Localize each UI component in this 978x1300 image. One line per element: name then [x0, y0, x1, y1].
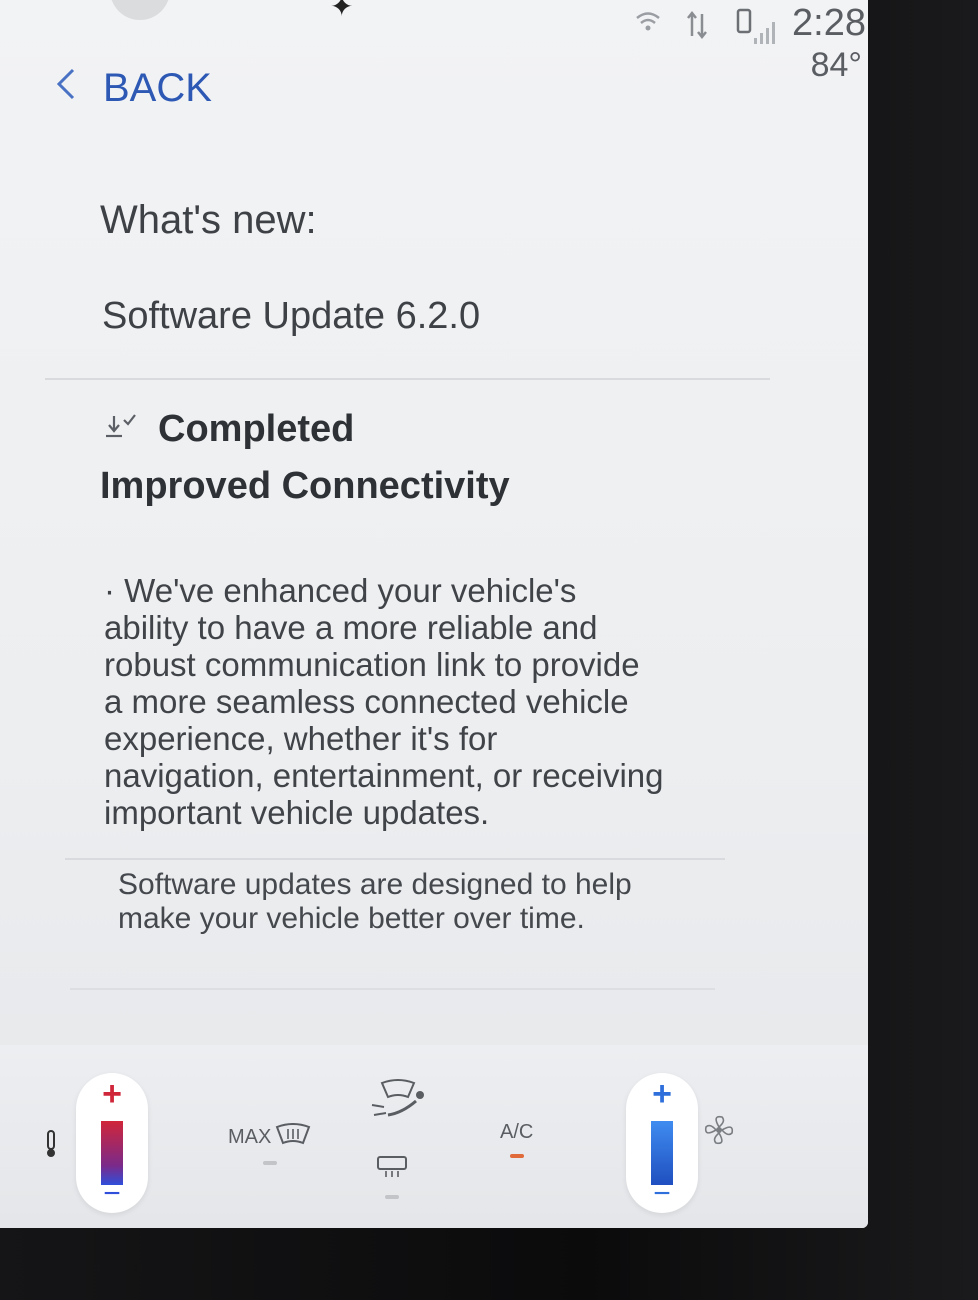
fan-icon[interactable]	[702, 1113, 736, 1155]
passenger-temp-plus[interactable]: +	[626, 1075, 698, 1114]
wifi-icon	[634, 8, 662, 55]
whats-new-heading: What's new:	[100, 198, 317, 242]
ac-indicator	[509, 1154, 524, 1158]
feature-title: Improved Connectivity	[100, 465, 510, 507]
driver-temp-minus[interactable]: −	[76, 1177, 148, 1211]
data-transfer-icon	[684, 8, 714, 55]
status-label: Completed	[158, 408, 355, 450]
back-label: BACK	[103, 66, 212, 110]
driver-temp-slider[interactable]: + −	[76, 1073, 148, 1213]
ac-button[interactable]: A/C	[500, 1121, 533, 1158]
download-complete-icon	[104, 412, 138, 448]
max-defrost-button[interactable]: MAX	[228, 1123, 311, 1165]
passenger-temp-level	[651, 1121, 673, 1185]
rear-defrost-icon	[376, 1156, 408, 1184]
front-defrost-icon	[275, 1123, 311, 1151]
feature-description: · We've enhanced your vehicle's ability …	[104, 572, 664, 831]
defrost-airflow-button[interactable]	[368, 1075, 428, 1133]
max-defrost-indicator	[262, 1161, 277, 1165]
ac-label: A/C	[500, 1121, 534, 1143]
chevron-left-icon	[55, 67, 77, 111]
divider	[65, 858, 725, 860]
thermometer-icon	[44, 1129, 58, 1166]
divider	[45, 378, 770, 380]
max-label: MAX	[228, 1125, 272, 1148]
bullet: ·	[104, 572, 115, 609]
update-note: Software updates are designed to help ma…	[118, 868, 632, 935]
phone-signal-icon	[736, 8, 776, 55]
outside-temperature: 84°	[810, 46, 862, 84]
climate-bar: + − MAX A/C + −	[0, 1045, 868, 1228]
update-title: Software Update 6.2.0	[102, 295, 481, 337]
touch-screen: ✦ 2:28 84° BACK What's new: Software Upd…	[0, 0, 868, 1228]
back-button[interactable]: BACK	[55, 66, 212, 111]
windshield-airflow-icon	[368, 1079, 428, 1132]
rear-defrost-button[interactable]	[376, 1155, 408, 1199]
driver-temp-level	[101, 1121, 123, 1185]
status-row: Completed	[104, 408, 354, 451]
driver-temp-plus[interactable]: +	[76, 1075, 148, 1114]
description-text: We've enhanced your vehicle's ability to…	[104, 572, 664, 831]
rear-defrost-indicator	[385, 1195, 399, 1199]
divider	[70, 988, 715, 990]
clock: 2:28	[792, 2, 866, 44]
passenger-temp-minus[interactable]: −	[626, 1177, 698, 1211]
passenger-temp-slider[interactable]: + −	[626, 1073, 698, 1213]
